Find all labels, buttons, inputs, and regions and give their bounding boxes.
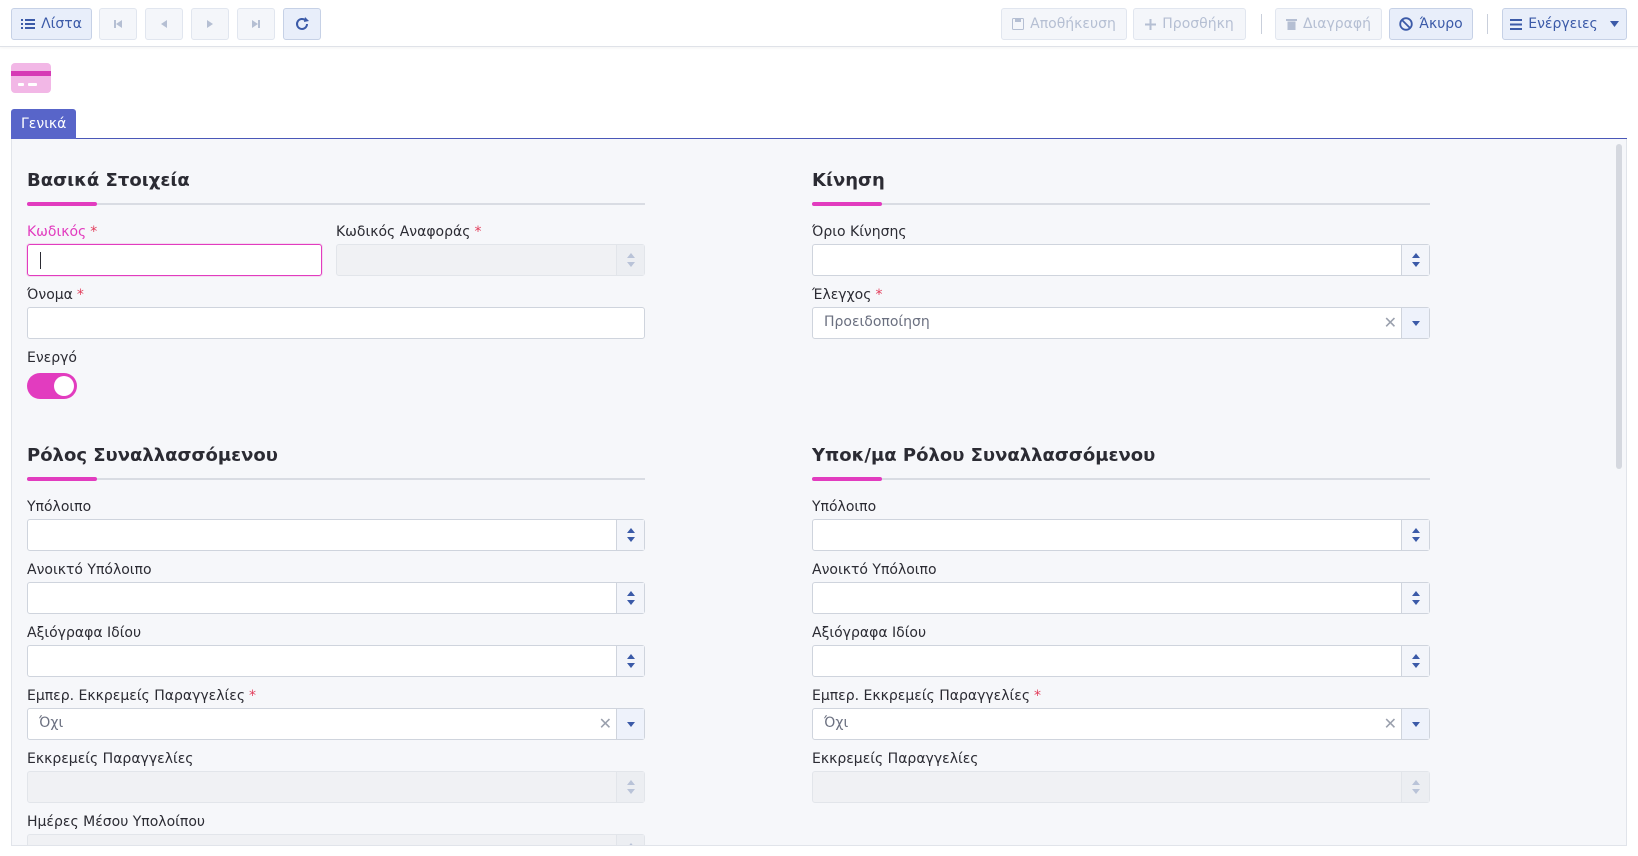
section-title-basic: Βασικά Στοιχεία [27,170,190,191]
role-own-notes-input[interactable] [27,645,645,677]
refresh-button[interactable] [283,8,321,40]
last-page-button[interactable] [237,8,275,40]
dropdown-arrow-icon[interactable] [616,709,644,739]
role-pending-orders-label: Εκκρεμείς Παραγγελίες [27,751,194,767]
list-button[interactable]: Λίστα [11,8,92,40]
cancel-button[interactable]: Άκυρο [1389,8,1473,40]
delete-button-label: Διαγραφή [1302,16,1372,32]
role-balance-label: Υπόλοιπο [27,499,92,515]
prev-page-icon [160,19,168,29]
check-label: Έλεγχος * [812,287,883,303]
section-title-role: Ρόλος Συναλλασσόμενου [27,445,278,466]
scrollbar[interactable] [1616,144,1622,469]
save-button[interactable]: Αποθήκευση [1001,8,1127,40]
section-rule [812,477,1430,481]
next-page-button[interactable] [191,8,229,40]
spinner[interactable] [1401,646,1429,676]
role-pending-comm-select[interactable]: Όχι ✕ [27,708,645,740]
name-input[interactable] [27,307,645,339]
list-icon [21,18,36,30]
toolbar-divider [1261,14,1262,34]
role-pending-comm-value: Όχι [39,715,64,731]
subrole-own-notes-input[interactable] [812,645,1430,677]
list-button-label: Λίστα [41,16,82,32]
movement-limit-input[interactable] [812,244,1430,276]
section-rule [27,477,645,481]
role-open-balance-label: Ανοικτό Υπόλοιπο [27,562,152,578]
subrole-own-notes-label: Αξιόγραφα Ιδίου [812,625,927,641]
name-label: Όνομα * [27,287,84,303]
first-page-icon [113,19,123,29]
role-open-balance-input[interactable] [27,582,645,614]
entity-card-icon [11,63,51,93]
spinner[interactable] [616,583,644,613]
spinner[interactable] [1401,245,1429,275]
section-title-subrole: Υποκ/μα Ρόλου Συναλλασσόμενου [812,445,1156,466]
add-button-label: Προσθήκη [1162,16,1234,32]
section-title-movement: Κίνηση [812,170,885,191]
active-toggle[interactable] [27,373,77,399]
last-page-icon [251,19,261,29]
subrole-open-balance-label: Ανοικτό Υπόλοιπο [812,562,937,578]
ref-code-label: Κωδικός Αναφοράς * [336,224,482,240]
dropdown-arrow-icon[interactable] [1401,709,1429,739]
subrole-pending-orders-label: Εκκρεμείς Παραγγελίες [812,751,979,767]
subrole-balance-input[interactable] [812,519,1430,551]
subrole-pending-comm-select[interactable]: Όχι ✕ [812,708,1430,740]
delete-button[interactable]: Διαγραφή [1275,8,1382,40]
role-avg-days-label: Ημέρες Μέσου Υπολοίπου [27,814,205,830]
check-select-value: Προειδοποίηση [824,314,930,330]
next-page-icon [206,19,214,29]
clear-icon[interactable]: ✕ [1384,313,1397,332]
role-own-notes-label: Αξιόγραφα Ιδίου [27,625,142,641]
spinner[interactable] [616,646,644,676]
ban-icon [1399,17,1413,31]
section-rule [27,202,645,206]
subrole-open-balance-input[interactable] [812,582,1430,614]
first-page-button[interactable] [99,8,137,40]
form-panel: Βασικά Στοιχεία Κωδικός * Κωδικός Αναφορά… [11,139,1627,846]
save-button-label: Αποθήκευση [1030,16,1116,32]
spinner[interactable] [1401,772,1429,802]
subrole-balance-label: Υπόλοιπο [812,499,877,515]
add-button[interactable]: Προσθήκη [1133,8,1246,40]
plus-icon [1145,18,1157,30]
dropdown-arrow-icon[interactable] [1401,308,1429,338]
code-label: Κωδικός * [27,224,98,240]
cancel-button-label: Άκυρο [1419,16,1463,32]
tab-general[interactable]: Γενικά [11,109,77,139]
subrole-pending-comm-value: Όχι [824,715,849,731]
clear-icon[interactable]: ✕ [1384,714,1397,733]
refresh-icon [294,16,310,32]
subrole-pending-comm-label: Εμπερ. Εκκρεμείς Παραγγελίες * [812,688,1042,704]
prev-page-button[interactable] [145,8,183,40]
movement-limit-label: Όριο Κίνησης [812,224,907,240]
caret-down-icon [1609,21,1619,27]
section-rule [812,202,1430,206]
role-pending-comm-label: Εμπερ. Εκκρεμείς Παραγγελίες * [27,688,257,704]
code-input[interactable] [27,244,322,276]
role-avg-days-input[interactable] [27,834,645,845]
toolbar: Λίστα Αποθήκευση Προσθήκη Διαγραφή Άκυρο… [0,0,1638,47]
toolbar-divider [1487,14,1488,34]
save-icon [1012,18,1025,30]
spinner[interactable] [616,772,644,802]
ref-code-input[interactable] [336,244,645,276]
actions-menu-label: Ενέργειες [1528,16,1598,32]
active-label: Ενεργό [27,350,77,366]
role-balance-input[interactable] [27,519,645,551]
trash-icon [1285,18,1297,30]
subrole-pending-orders-input[interactable] [812,771,1430,803]
check-select[interactable]: Προειδοποίηση ✕ [812,307,1430,339]
spinner[interactable] [616,835,644,845]
spinner[interactable] [616,245,644,275]
spinner[interactable] [616,520,644,550]
spinner[interactable] [1401,520,1429,550]
role-pending-orders-input[interactable] [27,771,645,803]
clear-icon[interactable]: ✕ [599,714,612,733]
menu-icon [1510,18,1523,30]
actions-menu-button[interactable]: Ενέργειες [1502,8,1627,40]
spinner[interactable] [1401,583,1429,613]
